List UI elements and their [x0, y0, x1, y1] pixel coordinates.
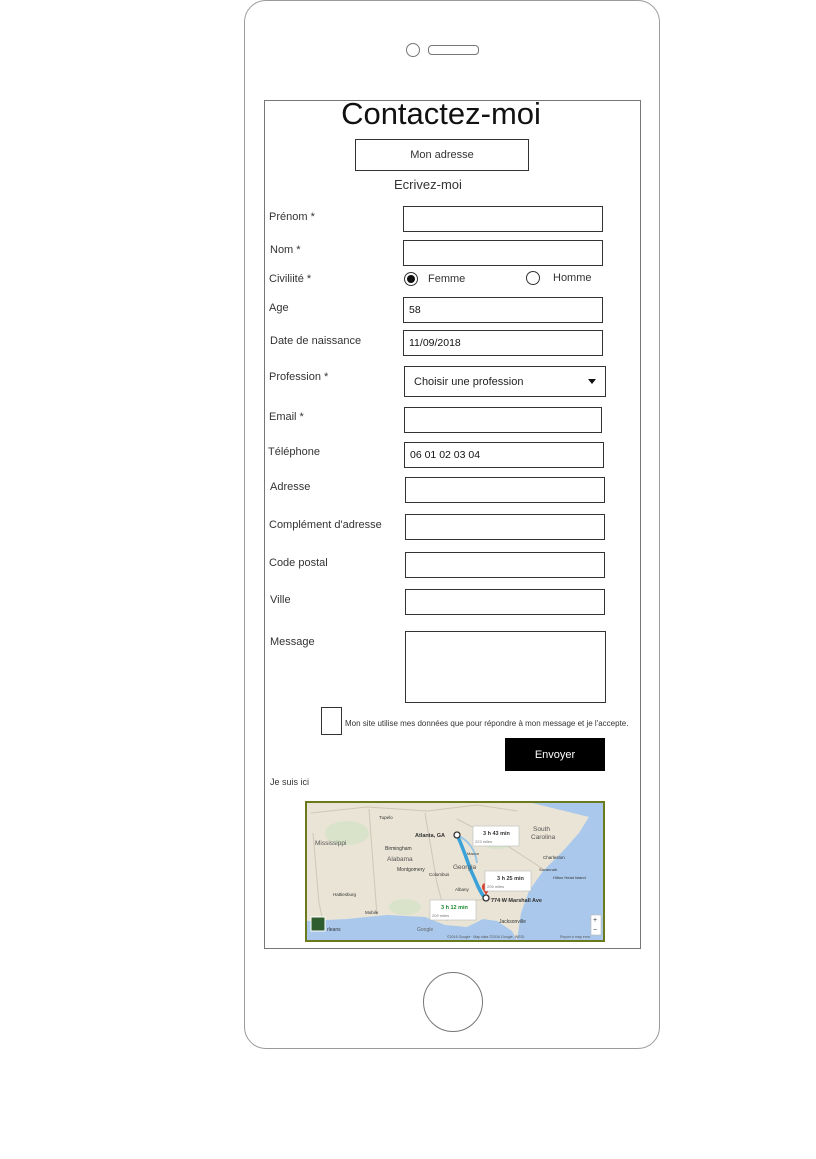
chevron-down-icon: [588, 379, 596, 384]
map-label-columbus: Columbus: [429, 872, 450, 877]
map-canvas: Atlanta, GA 774 W Marshall Ave Mississip…: [307, 803, 603, 940]
civility-option-femme: Femme: [428, 273, 466, 285]
address-input[interactable]: [405, 477, 605, 503]
route-dist-3: 209 miles: [432, 913, 449, 918]
phone-label: Téléphone: [268, 446, 320, 458]
address2-input[interactable]: [405, 514, 605, 540]
firstname-label: Prénom *: [269, 211, 315, 223]
map-label-hilton-head: Hilton Head Island: [553, 875, 586, 880]
zip-input[interactable]: [405, 552, 605, 578]
map-label-south: South: [533, 826, 550, 833]
camera-icon: [406, 43, 420, 57]
map-label-carolina: Carolina: [531, 834, 556, 841]
birthdate-input[interactable]: 11/09/2018: [403, 330, 603, 356]
map-embed[interactable]: Atlanta, GA 774 W Marshall Ave Mississip…: [305, 801, 605, 942]
map-label-savannah: Savannah: [539, 867, 557, 872]
profession-select[interactable]: Choisir une profession: [404, 366, 606, 397]
map-label-charleston: Charleston: [543, 855, 565, 860]
route-time-2: 3 h 25 min: [497, 876, 525, 882]
speaker-icon: [428, 45, 479, 55]
city-label: Ville: [270, 594, 291, 606]
route-dist-2: 205 miles: [487, 884, 504, 889]
message-label: Message: [270, 636, 315, 648]
firstname-input[interactable]: [403, 206, 603, 232]
map-label-atlanta: Atlanta, GA: [415, 833, 445, 839]
map-label-jacksonville: Jacksonville: [499, 919, 526, 925]
map-label-mobile: Mobile: [365, 910, 379, 915]
zip-label: Code postal: [269, 557, 328, 569]
origin-marker-icon: [453, 831, 461, 839]
lastname-input[interactable]: [403, 240, 603, 266]
route-dist-1: 223 miles: [475, 839, 492, 844]
map-label-birmingham: Birmingham: [385, 846, 412, 852]
address-label: Adresse: [270, 481, 311, 493]
age-input[interactable]: 58: [403, 297, 603, 323]
map-label-destination: 774 W Marshall Ave: [491, 898, 542, 904]
email-label: Email *: [269, 411, 304, 423]
park-area: [389, 899, 421, 915]
map-label-montgomery: Montgomery: [397, 867, 425, 873]
address2-label: Complément d'adresse: [269, 519, 382, 531]
consent-text: Mon site utilise mes données que pour ré…: [345, 719, 629, 728]
map-label-mississippi: Mississippi: [315, 840, 346, 847]
email-input[interactable]: [404, 407, 602, 433]
civility-radio-femme[interactable]: [404, 272, 418, 286]
civility-label: Civiliité *: [269, 273, 312, 285]
route-time-3: 3 h 12 min: [441, 905, 469, 911]
map-attribution: ©2016 Google · Map data ©2016 Google, IN…: [447, 935, 524, 939]
map-label-alabama: Alabama: [387, 856, 413, 863]
map-label-tupelo: Tupelo: [379, 815, 393, 820]
phone-input[interactable]: 06 01 02 03 04: [404, 442, 604, 468]
map-report-link[interactable]: Report a map error: [560, 935, 591, 939]
route-time-1: 3 h 43 min: [483, 831, 511, 837]
page-title: Contactez-moi: [341, 96, 541, 131]
zoom-in-icon[interactable]: +: [593, 917, 597, 924]
age-label: Age: [269, 302, 289, 314]
map-label-albany: Albany: [455, 887, 470, 892]
map-label: Je suis ici: [270, 777, 310, 787]
map-label-orleans: rleans: [327, 927, 341, 933]
consent-checkbox[interactable]: [321, 707, 342, 735]
message-textarea[interactable]: [405, 631, 606, 703]
send-button[interactable]: Envoyer: [505, 738, 605, 771]
radio-selected-dot: [407, 275, 415, 283]
profession-label: Profession *: [269, 371, 329, 383]
home-button[interactable]: [423, 972, 483, 1032]
map-label-macon: Macon: [467, 851, 479, 856]
map-label-hattiesburg: Hattiesburg: [333, 892, 357, 897]
map-brand: Google: [417, 927, 433, 933]
civility-radio-homme[interactable]: [526, 271, 540, 285]
satellite-toggle[interactable]: [310, 916, 326, 932]
write-me-heading: Ecrivez-moi: [394, 177, 462, 192]
map-label-georgia: Georgia: [453, 864, 477, 871]
civility-option-homme: Homme: [553, 272, 592, 284]
zoom-out-icon[interactable]: −: [593, 927, 597, 934]
profession-select-value: Choisir une profession: [414, 375, 524, 388]
lastname-label: Nom *: [270, 244, 301, 256]
address-button[interactable]: Mon adresse: [355, 139, 529, 171]
destination-marker-icon: [482, 894, 490, 902]
birthdate-label: Date de naissance: [270, 335, 362, 347]
city-input[interactable]: [405, 589, 605, 615]
